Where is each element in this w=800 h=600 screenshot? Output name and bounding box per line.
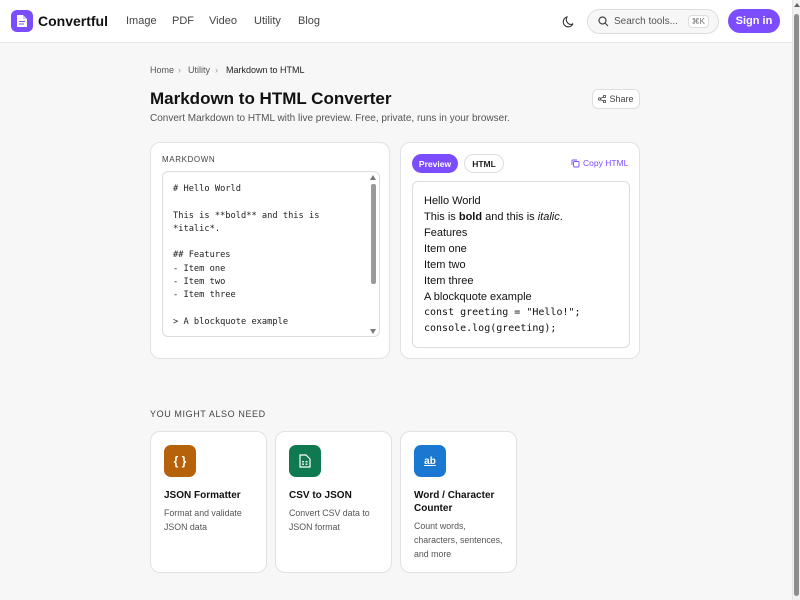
nav-pdf[interactable]: PDF: [172, 15, 194, 27]
brand-logo-icon[interactable]: [11, 10, 33, 32]
preview-subheading: Features: [424, 227, 468, 239]
breadcrumb-home[interactable]: Home: [150, 65, 174, 75]
page-scrollbar-thumb[interactable]: [794, 14, 799, 596]
nav-video[interactable]: Video: [209, 15, 237, 27]
brand-name[interactable]: Convertful: [38, 13, 108, 29]
preview-list-item: Item two: [424, 259, 466, 271]
share-label: Share: [609, 94, 634, 104]
preview-paragraph: This is bold and this is italic.: [424, 211, 563, 223]
preview-bold-text: bold: [458, 211, 483, 223]
nav-image[interactable]: Image: [126, 15, 157, 27]
search-icon: [598, 16, 609, 27]
preview-text: .: [559, 211, 563, 223]
markdown-editor[interactable]: # Hello World This is **bold** and this …: [162, 171, 380, 337]
card-title: JSON Formatter: [164, 490, 241, 501]
nav-blog[interactable]: Blog: [298, 15, 320, 27]
preview-text: This is: [424, 211, 459, 223]
breadcrumb-current: Markdown to HTML: [226, 65, 305, 75]
breadcrumb-chevron-icon: ›: [215, 65, 218, 75]
preview-list-item: Item one: [424, 243, 467, 255]
markdown-editor-content[interactable]: # Hello World This is **bold** and this …: [173, 183, 319, 329]
page-title: Markdown to HTML Converter: [150, 89, 392, 108]
output-panel: Preview HTML Copy HTML Hello World This …: [400, 142, 640, 359]
card-title: Word / Character Counter: [414, 490, 495, 514]
share-button[interactable]: Share: [592, 89, 640, 109]
breadcrumb-utility[interactable]: Utility: [188, 65, 210, 75]
dark-mode-moon-icon[interactable]: [562, 14, 576, 28]
preview-blockquote: A blockquote example: [424, 291, 532, 303]
preview-code-line: console.log(greeting);: [424, 323, 557, 334]
editor-scroll-down-icon[interactable]: [370, 329, 376, 334]
card-description: Convert CSV data to JSON format: [289, 508, 370, 532]
copy-icon: [571, 159, 580, 167]
markdown-label: MARKDOWN: [162, 155, 216, 164]
tab-preview[interactable]: Preview: [412, 154, 458, 173]
preview-text: and this is: [482, 211, 538, 223]
preview-list-item: Item three: [424, 275, 474, 287]
preview-italic-text: italic: [537, 211, 560, 223]
sign-in-button[interactable]: Sign in: [728, 9, 780, 33]
copy-html-button[interactable]: Copy HTML: [571, 158, 628, 168]
text-count-icon: ab: [414, 445, 446, 477]
spreadsheet-icon: [289, 445, 321, 477]
page-scrollbar[interactable]: [792, 0, 800, 600]
editor-scrollbar[interactable]: [370, 174, 377, 334]
share-icon: [598, 95, 607, 103]
editor-scrollbar-thumb[interactable]: [371, 184, 376, 284]
card-json-formatter[interactable]: { } JSON Formatter Format and validate J…: [150, 431, 267, 573]
nav-utility[interactable]: Utility: [254, 15, 281, 27]
top-header: Convertful Image PDF Video Utility Blog …: [0, 0, 792, 43]
braces-icon: { }: [164, 445, 196, 477]
related-tools-heading: YOU MIGHT ALSO NEED: [150, 409, 266, 419]
card-title: CSV to JSON: [289, 490, 352, 501]
card-description: Count words, characters, sentences, and …: [414, 521, 503, 559]
html-preview: Hello World This is bold and this is ita…: [412, 181, 630, 348]
card-word-counter[interactable]: ab Word / Character Counter Count words,…: [400, 431, 517, 573]
scroll-up-icon[interactable]: [794, 3, 800, 7]
search-tools-input[interactable]: Search tools... ⌘K: [587, 9, 719, 34]
tab-html[interactable]: HTML: [464, 154, 504, 173]
copy-html-label: Copy HTML: [583, 158, 629, 168]
card-csv-to-json[interactable]: CSV to JSON Convert CSV data to JSON for…: [275, 431, 392, 573]
preview-code-line: const greeting = "Hello!";: [424, 307, 581, 318]
card-description: Format and validate JSON data: [164, 508, 242, 532]
preview-heading: Hello World: [424, 195, 481, 207]
breadcrumb-chevron-icon: ›: [178, 65, 181, 75]
page-subtitle: Convert Markdown to HTML with live previ…: [150, 113, 510, 124]
editor-scroll-up-icon[interactable]: [370, 175, 376, 180]
search-shortcut-badge: ⌘K: [687, 15, 709, 28]
search-placeholder: Search tools...: [614, 16, 678, 27]
markdown-panel: MARKDOWN # Hello World This is **bold** …: [150, 142, 390, 359]
